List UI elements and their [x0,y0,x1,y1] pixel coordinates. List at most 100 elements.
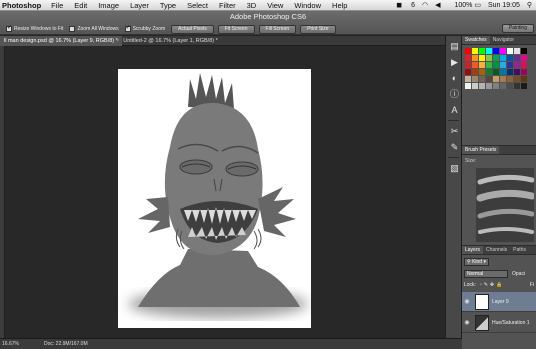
menu-select[interactable]: Select [187,1,208,10]
tab-navigator[interactable]: Navigator [490,36,517,44]
color-swatch[interactable] [465,83,471,89]
color-swatch[interactable] [486,76,492,82]
document-size[interactable]: Doc: 22.9M/167.0M [44,341,88,347]
tab-ll-man-design[interactable]: ll man design.psd @ 16.7% (Layer 9, RGB/… [0,36,122,46]
zoom-all-windows-checkbox[interactable]: Zoom All Windows [69,26,119,32]
color-swatch[interactable] [514,76,520,82]
print-size-button[interactable]: Print Size [300,24,336,34]
color-swatch[interactable] [472,83,478,89]
color-swatch[interactable] [514,83,520,89]
tab-paths[interactable]: Paths [510,246,529,254]
layer-row-layer-9[interactable]: ◉ Layer 9 [462,292,536,312]
zoom-level[interactable]: 16.67% [2,341,22,347]
history-icon[interactable]: ▤ [449,41,460,52]
menu-type[interactable]: Type [160,1,176,10]
tab-brush-presets[interactable]: Brush Presets [462,146,500,154]
volume-icon[interactable]: ◀ [435,1,440,9]
fill-screen-button[interactable]: Fill Screen [258,24,297,34]
color-swatch[interactable] [500,48,506,54]
kind-filter-select[interactable]: ⚲ Kind ▾ [464,258,489,266]
color-swatch[interactable] [472,48,478,54]
color-swatch[interactable] [479,62,485,68]
color-swatch[interactable] [493,76,499,82]
color-swatch[interactable] [479,76,485,82]
color-swatch[interactable] [521,55,527,61]
tab-untitled-2[interactable]: × Untitled-2 @ 16.7% (Layer 1, RGB/8) * [112,36,222,46]
color-swatch[interactable] [465,48,471,54]
checkbox-box[interactable] [6,24,12,32]
color-swatch[interactable] [472,76,478,82]
color-swatch[interactable] [500,83,506,89]
blend-mode-select[interactable]: Normal [464,270,508,278]
menu-window[interactable]: Window [294,1,321,10]
color-swatch[interactable] [507,48,513,54]
info-icon[interactable]: ⓘ [449,89,460,100]
color-swatch[interactable] [500,55,506,61]
checkbox-box[interactable] [69,26,76,32]
menu-file[interactable]: File [51,1,63,10]
color-swatch[interactable] [521,48,527,54]
color-swatch[interactable] [493,83,499,89]
swatches-grid[interactable] [462,45,536,145]
color-swatch[interactable] [493,69,499,75]
color-swatch[interactable] [479,83,485,89]
color-swatch[interactable] [521,83,527,89]
visibility-eye-icon[interactable]: ◉ [462,298,472,305]
adjustments-icon[interactable]: ◐ [449,73,460,84]
color-swatch[interactable] [479,55,485,61]
layer-comps-icon[interactable]: ▧ [449,163,460,174]
scrubby-zoom-checkbox[interactable]: Scrubby Zoom [124,24,165,32]
color-swatch[interactable] [486,69,492,75]
tab-channels[interactable]: Channels [483,246,510,254]
color-swatch[interactable] [486,55,492,61]
actions-icon[interactable]: ▶ [449,57,460,68]
color-swatch[interactable] [500,76,506,82]
color-swatch[interactable] [479,48,485,54]
color-swatch[interactable] [507,83,513,89]
menu-help[interactable]: Help [332,1,347,10]
color-swatch[interactable] [472,69,478,75]
color-swatch[interactable] [514,55,520,61]
color-swatch[interactable] [486,62,492,68]
menu-layer[interactable]: Layer [130,1,149,10]
fit-screen-button[interactable]: Fit Screen [217,24,255,34]
tab-swatches[interactable]: Swatches [462,36,490,44]
layer-row-hue-saturation-1[interactable]: ◉ Hue/Saturation 1 [462,313,536,333]
brush-icon[interactable]: ✎ [449,142,460,153]
color-swatch[interactable] [472,55,478,61]
actual-pixels-button[interactable]: Actual Pixels [171,24,214,34]
lock-icons[interactable]: ▫✎✥🔒 [480,282,504,288]
visibility-eye-icon[interactable]: ◉ [462,319,472,326]
color-swatch[interactable] [500,62,506,68]
color-swatch[interactable] [472,62,478,68]
tool-presets-icon[interactable]: ✂ [449,126,460,137]
app-menu[interactable]: Photoshop [2,1,41,10]
document-canvas[interactable] [118,69,311,328]
color-swatch[interactable] [507,76,513,82]
color-swatch[interactable] [521,62,527,68]
color-swatch[interactable] [493,62,499,68]
color-swatch[interactable] [507,69,513,75]
menu-image[interactable]: Image [98,1,119,10]
color-swatch[interactable] [507,62,513,68]
character-icon[interactable]: A [449,105,460,116]
workspace-switcher[interactable]: Painting [501,24,534,33]
brush-stroke-preview[interactable] [476,168,536,242]
clock[interactable]: Sun 19:05 [488,2,520,9]
menu-view[interactable]: View [267,1,283,10]
color-swatch[interactable] [465,69,471,75]
wifi-icon[interactable]: ◠ [422,1,428,9]
canvas-area[interactable] [5,46,445,338]
color-swatch[interactable] [514,62,520,68]
color-swatch[interactable] [521,69,527,75]
color-swatch[interactable] [493,48,499,54]
spotlight-icon[interactable]: ⚲ [527,1,532,9]
menu-edit[interactable]: Edit [74,1,87,10]
close-icon[interactable]: × [116,38,119,44]
menu-filter[interactable]: Filter [219,1,236,10]
adobe-status[interactable]: ◼ 6 [396,1,415,9]
color-swatch[interactable] [479,69,485,75]
color-swatch[interactable] [486,83,492,89]
checkbox-box[interactable] [124,24,131,32]
tab-layers[interactable]: Layers [462,246,484,254]
